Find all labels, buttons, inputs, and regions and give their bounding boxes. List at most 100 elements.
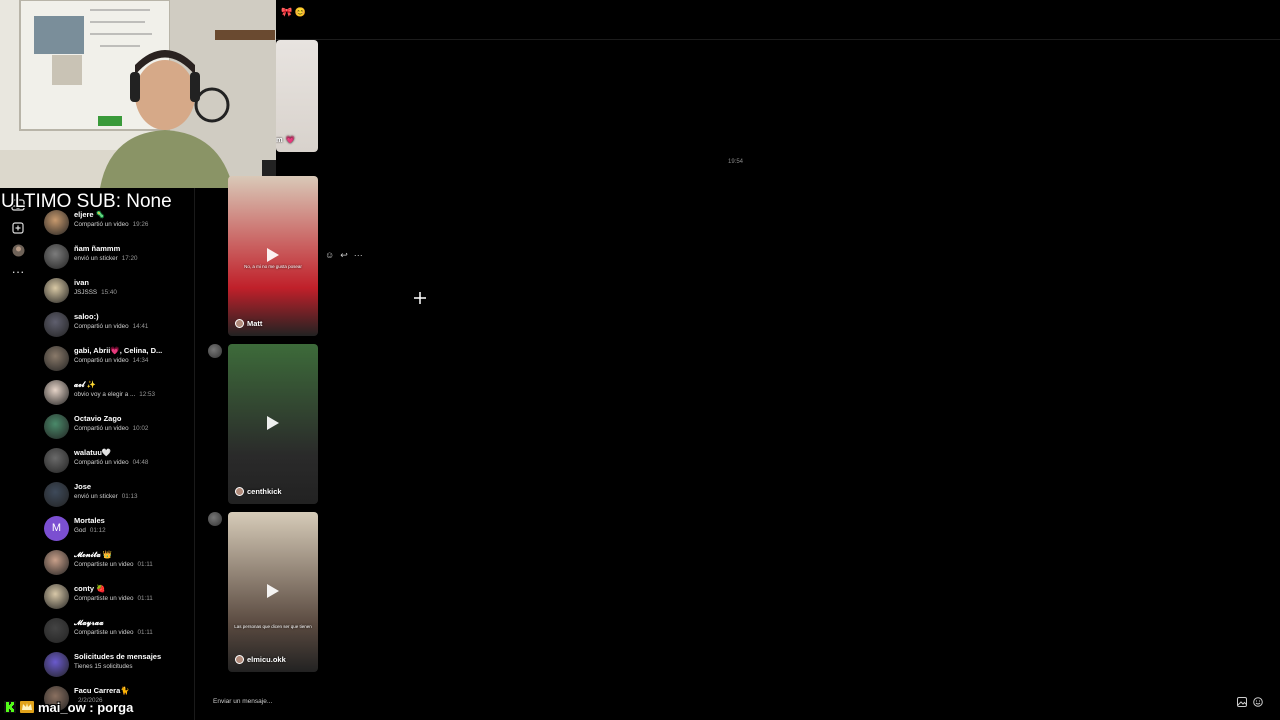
chat-thread: m 💗 19:54 No, a mi no me gusta posear Matt…: [196, 40, 1280, 688]
avatar: [44, 346, 69, 371]
conversation-preview-row: Compartió un video 04:48: [74, 459, 194, 466]
conversation-preview: envió un sticker: [74, 255, 118, 262]
more-icon[interactable]: ···: [10, 264, 26, 280]
conversation-preview: envió un sticker: [74, 493, 118, 500]
video-author-name: Matt: [247, 319, 263, 328]
conversation-item[interactable]: Solicitudes de mensajes Tienes 15 solicit…: [44, 648, 194, 682]
conversation-preview-row: Compartió un video 19:26: [74, 221, 194, 228]
conversation-preview-row: Compartió un video 14:34: [74, 357, 194, 364]
conversation-preview: God: [74, 527, 86, 534]
conversation-preview: Compartió un video: [74, 221, 129, 228]
conversation-preview-row: Tienes 15 solicitudes: [74, 663, 194, 670]
reply-icon[interactable]: ↩: [340, 250, 348, 261]
play-icon[interactable]: [267, 248, 279, 262]
message-actions: ☺ ↩ ···: [325, 250, 363, 261]
conversation-preview: obvio voy a elegir a ...: [74, 391, 136, 398]
conversation-time: 04:48: [132, 459, 149, 466]
conversation-name: saloo:): [74, 312, 99, 321]
avatar: [44, 312, 69, 337]
chat-header: 🎀 😊: [276, 0, 1280, 40]
conversation-time: 12:53: [139, 391, 156, 398]
kick-logo-icon: [4, 701, 16, 713]
conversation-preview-row: JSJSSS 15:40: [74, 289, 194, 296]
conversation-name: Mortales: [74, 516, 105, 525]
conversation-list: eljere 🦠 Compartió un video 19:26 ñam ñammm…: [36, 188, 195, 720]
message-composer[interactable]: Enviar un mensaje...: [204, 694, 1272, 714]
emoji-icon[interactable]: [1251, 697, 1264, 710]
conversation-preview: Compartió un video: [74, 323, 129, 330]
shared-video-card[interactable]: Las personas que dicen ser que tienen elm…: [228, 512, 318, 672]
message-timestamp: 19:54: [728, 159, 744, 165]
conversation-time: 19:26: [132, 221, 149, 228]
nav-rail: ···: [0, 188, 36, 688]
shared-video-card[interactable]: centhkick: [228, 344, 318, 504]
video-author: elmicu.okk: [235, 655, 286, 664]
conversation-time: 15:40: [101, 289, 117, 296]
message-input[interactable]: Enviar un mensaje...: [213, 698, 272, 705]
conversation-item[interactable]: gabi, Abrii💗, Celina, D... Compartió un v…: [44, 342, 194, 376]
conversation-name: Solicitudes de mensajes: [74, 652, 162, 661]
new-message-icon[interactable]: [10, 222, 26, 238]
conversation-time: 01:13: [121, 493, 138, 500]
conversation-preview: JSJSSS: [74, 289, 98, 296]
conversation-preview-row: obvio voy a elegir a ... 12:53: [74, 391, 194, 398]
conversation-name: ñam ñammm: [74, 244, 121, 253]
play-icon[interactable]: [267, 416, 279, 430]
image-icon[interactable]: [1235, 697, 1248, 710]
author-avatar: [235, 487, 244, 496]
conversation-item[interactable]: conty 🍓 Compartiste un video 01:11: [44, 580, 194, 614]
shared-video-card[interactable]: No, a mi no me gusta posear Matt: [228, 176, 318, 336]
video-caption: No, a mi no me gusta posear: [244, 264, 302, 269]
play-icon[interactable]: [267, 584, 279, 598]
conversation-preview: Compartió un video: [74, 425, 129, 432]
video-author-name: elmicu.okk: [247, 655, 286, 664]
video-caption: Las personas que dicen ser que tienen: [234, 624, 312, 629]
conversation-name: 𝓜𝓪𝔂𝓻𝓪𝓪: [74, 618, 104, 627]
conversation-item[interactable]: 𝓜𝓸𝓷𝓲𝓽𝓪 👑 Compartiste un video 01:11: [44, 546, 194, 580]
author-avatar: [235, 319, 244, 328]
avatar: [44, 618, 69, 643]
conversation-preview: Compartiste un video: [74, 561, 134, 568]
profile-icon[interactable]: [10, 244, 26, 260]
stream-chat-overlay: mai_ow : porga: [4, 698, 133, 716]
crown-badge-icon: [20, 701, 34, 713]
conversation-item[interactable]: ivan JSJSSS 15:40: [44, 274, 194, 308]
conversation-item[interactable]: walatuu🤍 Compartió un video 04:48: [44, 444, 194, 478]
sender-avatar[interactable]: [208, 344, 222, 358]
conversation-preview: Tienes 15 solicitudes: [74, 663, 133, 670]
conversation-item[interactable]: 𝓪𝓮𝓵 ✨ obvio voy a elegir a ... 12:53: [44, 376, 194, 410]
conversation-item[interactable]: M Mortales God 01:12: [44, 512, 194, 546]
conversation-time: 17:20: [121, 255, 138, 262]
avatar: [44, 380, 69, 405]
stream-sub-overlay: ULTIMO SUB: None: [1, 191, 172, 212]
conversation-preview-row: Compartiste un video 01:11: [74, 595, 194, 602]
conversation-preview-row: envió un sticker 17:20: [74, 255, 194, 262]
stream-chat-message: mai_ow : porga: [38, 699, 134, 715]
video-author-name: centhkick: [247, 487, 282, 496]
conversation-time: 01:11: [137, 629, 153, 636]
conversation-name: walatuu🤍: [74, 448, 112, 457]
react-icon[interactable]: ☺: [325, 250, 334, 261]
conversation-time: 14:34: [132, 357, 149, 364]
conversation-preview-row: Compartiste un video 01:11: [74, 561, 194, 568]
conversation-preview: Compartiste un video: [74, 629, 134, 636]
conversation-time: 01:11: [137, 595, 153, 602]
video-card-partial[interactable]: m 💗: [276, 40, 318, 152]
sender-avatar[interactable]: [208, 512, 222, 526]
conversation-item[interactable]: Jose envió un sticker 01:13: [44, 478, 194, 512]
conversation-item[interactable]: 𝓜𝓪𝔂𝓻𝓪𝓪 Compartiste un video 01:11: [44, 614, 194, 648]
conversation-item[interactable]: Octavio Zago Compartió un video 10:02: [44, 410, 194, 444]
conversation-item[interactable]: saloo:) Compartió un video 14:41: [44, 308, 194, 342]
conversation-name: Octavio Zago: [74, 414, 122, 423]
conversation-time: 01:12: [89, 527, 106, 534]
conversation-preview-row: Compartió un video 10:02: [74, 425, 194, 432]
conversation-name: 𝓜𝓸𝓷𝓲𝓽𝓪 👑: [74, 550, 113, 559]
conversation-name: Jose: [74, 482, 92, 491]
avatar: [44, 482, 69, 507]
conversation-time: 10:02: [132, 425, 149, 432]
header-emojis: 🎀 😊: [281, 7, 306, 17]
more-options-icon[interactable]: ···: [354, 250, 363, 261]
avatar: [44, 244, 69, 269]
video-author: m 💗: [276, 135, 296, 144]
conversation-item[interactable]: ñam ñammm envió un sticker 17:20: [44, 240, 194, 274]
